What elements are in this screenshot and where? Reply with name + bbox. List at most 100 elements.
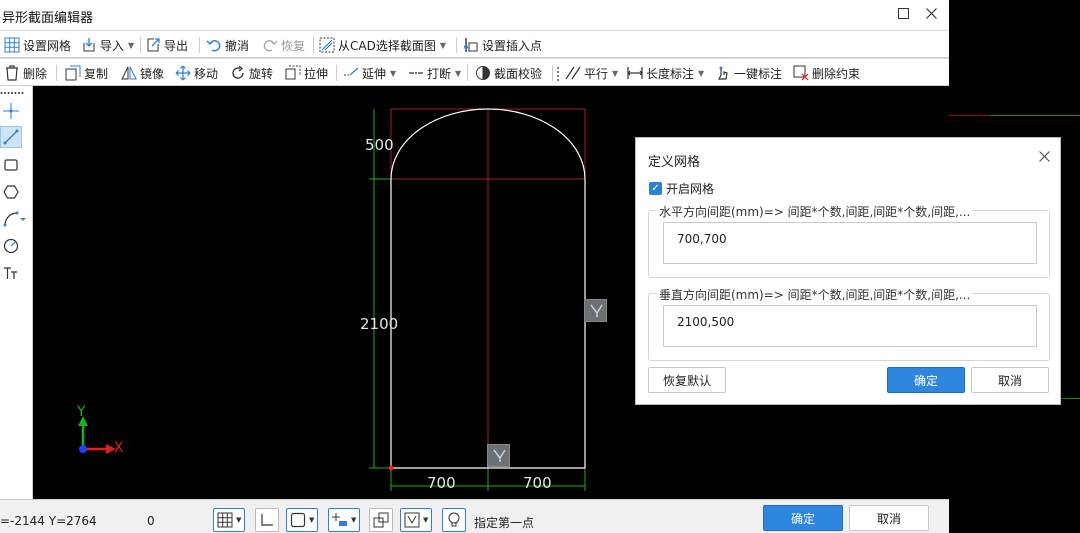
section-check-label: 截面校验 bbox=[494, 66, 543, 81]
enable-grid-label: 开启网格 bbox=[666, 182, 715, 196]
dimension-label-500: 500 bbox=[365, 136, 394, 154]
delete-constraint-button[interactable]: 删除约束 bbox=[793, 59, 860, 87]
delete-button[interactable]: 删除 bbox=[4, 59, 47, 87]
edge-grip-handle[interactable] bbox=[487, 444, 510, 467]
chevron-down-icon[interactable]: ▼ bbox=[440, 41, 446, 50]
dimension-lines bbox=[369, 109, 586, 491]
extend-icon bbox=[344, 67, 359, 76]
toolbar-divider bbox=[336, 65, 337, 81]
checkbox-checked-icon[interactable]: ✓ bbox=[649, 182, 662, 195]
stretch-label: 拉伸 bbox=[304, 66, 329, 81]
chevron-down-icon[interactable]: ▼ bbox=[351, 516, 356, 524]
editor-ok-button[interactable]: 确定 bbox=[763, 505, 843, 531]
export-icon bbox=[147, 38, 160, 52]
chevron-down-icon[interactable]: ▼ bbox=[612, 69, 618, 78]
stretch-icon bbox=[285, 65, 301, 80]
object-snap-toggle[interactable]: ▼ bbox=[286, 508, 319, 532]
arc-tool-button[interactable] bbox=[0, 208, 22, 230]
chevron-down-icon[interactable]: ▼ bbox=[128, 41, 134, 50]
rotate-label: 旋转 bbox=[249, 66, 274, 81]
text-tool-button[interactable] bbox=[0, 262, 22, 284]
grip-handle-icon bbox=[493, 449, 506, 462]
polygon-tool-button[interactable] bbox=[0, 181, 22, 203]
chevron-down-icon[interactable]: ▼ bbox=[309, 516, 314, 524]
circle-icon bbox=[3, 238, 19, 254]
cursor-coordinates: =-2144 Y=2764 bbox=[0, 514, 97, 528]
ortho-toggle[interactable] bbox=[255, 508, 279, 532]
selection-toggle[interactable]: ▼ bbox=[400, 508, 433, 532]
undo-label: 撤消 bbox=[225, 38, 250, 53]
vertical-spacing-input[interactable]: 2100,500 bbox=[663, 305, 1037, 347]
chevron-down-icon[interactable]: ▼ bbox=[423, 516, 428, 524]
dialog-ok-button[interactable]: 确定 bbox=[887, 367, 965, 393]
length-dimension-icon bbox=[627, 67, 643, 79]
export-button[interactable]: 导出 bbox=[145, 31, 188, 59]
snap-square-icon bbox=[290, 512, 306, 528]
rotate-button[interactable]: 旋转 bbox=[230, 59, 273, 87]
toolbar-divider bbox=[456, 37, 457, 53]
tracking-icon bbox=[332, 513, 347, 526]
maximize-button[interactable] bbox=[892, 4, 914, 26]
auto-dimension-button[interactable]: 一键标注 bbox=[715, 59, 782, 87]
command-hint: 指定第一点 bbox=[474, 516, 535, 530]
toolbar-divider bbox=[140, 37, 141, 53]
palette-grip-icon bbox=[0, 92, 24, 94]
restore-defaults-button[interactable]: 恢复默认 bbox=[648, 367, 726, 393]
editor-cancel-button[interactable]: 取消 bbox=[849, 505, 929, 531]
import-button[interactable]: 导入 ▼ bbox=[81, 31, 134, 59]
chevron-down-icon[interactable]: ▼ bbox=[236, 516, 241, 524]
draw-palette bbox=[0, 86, 33, 499]
undo-button[interactable]: 撤消 bbox=[206, 31, 249, 59]
delete-label: 删除 bbox=[23, 66, 48, 81]
enable-grid-checkbox[interactable]: ✓ 开启网格 bbox=[649, 180, 714, 197]
toolbar-divider bbox=[313, 37, 314, 53]
vertical-spacing-group: 垂直方向间距(mm)=> 间距*个数,间距,间距*个数,间距,... 2100,… bbox=[648, 286, 1050, 361]
export-label: 导出 bbox=[164, 38, 189, 53]
stretch-button[interactable]: 拉伸 bbox=[285, 59, 328, 87]
move-icon bbox=[175, 65, 191, 81]
horizontal-spacing-label: 水平方向间距(mm)=> 间距*个数,间距,间距*个数,间距,... bbox=[657, 203, 973, 220]
move-button[interactable]: 移动 bbox=[175, 59, 218, 87]
rectangle-icon bbox=[4, 159, 18, 171]
copy-button[interactable]: 复制 bbox=[65, 59, 108, 87]
break-button[interactable]: 打断 ▼ bbox=[408, 59, 461, 87]
rectangle-tool-button[interactable] bbox=[0, 154, 22, 176]
chevron-down-icon[interactable]: ▼ bbox=[390, 69, 396, 78]
ucs-axes-icon bbox=[78, 416, 116, 454]
break-label: 打断 bbox=[427, 66, 452, 81]
auto-dimension-icon bbox=[718, 66, 728, 80]
main-toolbar: 设置网格 导入 ▼ 导出 撤消 恢复 从CAD选择截面图 ▼ 设置插入点 bbox=[0, 30, 949, 58]
chevron-down-icon[interactable]: ▼ bbox=[455, 69, 461, 78]
dimension-label-700-right: 700 bbox=[523, 474, 552, 492]
y-axis-label: Y bbox=[77, 404, 86, 420]
section-check-icon bbox=[476, 66, 490, 80]
dynamic-input-icon bbox=[373, 512, 389, 528]
set-grid-button[interactable]: 设置网格 bbox=[4, 31, 71, 59]
tracking-toggle[interactable]: ▼ bbox=[328, 508, 361, 532]
grid-snap-toggle[interactable]: ▼ bbox=[213, 508, 246, 532]
maximize-icon bbox=[897, 8, 909, 19]
set-insert-point-button[interactable]: 设置插入点 bbox=[463, 31, 542, 59]
extend-button[interactable]: 延伸 ▼ bbox=[343, 59, 396, 87]
point-tool-button[interactable] bbox=[0, 100, 22, 122]
insert-point-icon bbox=[464, 38, 478, 52]
horizontal-spacing-input[interactable]: 700,700 bbox=[663, 222, 1037, 264]
length-dimension-button[interactable]: 长度标注 ▼ bbox=[627, 59, 704, 87]
edge-grip-handle[interactable] bbox=[584, 299, 607, 322]
section-check-button[interactable]: 截面校验 bbox=[475, 59, 542, 87]
dynamic-input-toggle[interactable] bbox=[369, 508, 393, 532]
circle-tool-button[interactable] bbox=[0, 235, 22, 257]
dialog-close-button[interactable] bbox=[1039, 147, 1050, 166]
chevron-down-icon[interactable]: ▼ bbox=[698, 69, 704, 78]
text-icon bbox=[4, 267, 17, 279]
line-icon bbox=[3, 129, 19, 145]
close-window-button[interactable] bbox=[920, 4, 942, 26]
toolbar-divider bbox=[56, 65, 57, 81]
dialog-cancel-button[interactable]: 取消 bbox=[971, 367, 1049, 393]
parallel-button[interactable]: 平行 ▼ bbox=[565, 59, 618, 87]
mirror-button[interactable]: 镜像 bbox=[121, 59, 164, 87]
cad-select-button[interactable]: 从CAD选择截面图 ▼ bbox=[319, 31, 446, 59]
line-tool-button[interactable] bbox=[0, 126, 22, 148]
tips-toggle[interactable] bbox=[442, 508, 466, 532]
redo-button[interactable]: 恢复 bbox=[262, 31, 305, 59]
